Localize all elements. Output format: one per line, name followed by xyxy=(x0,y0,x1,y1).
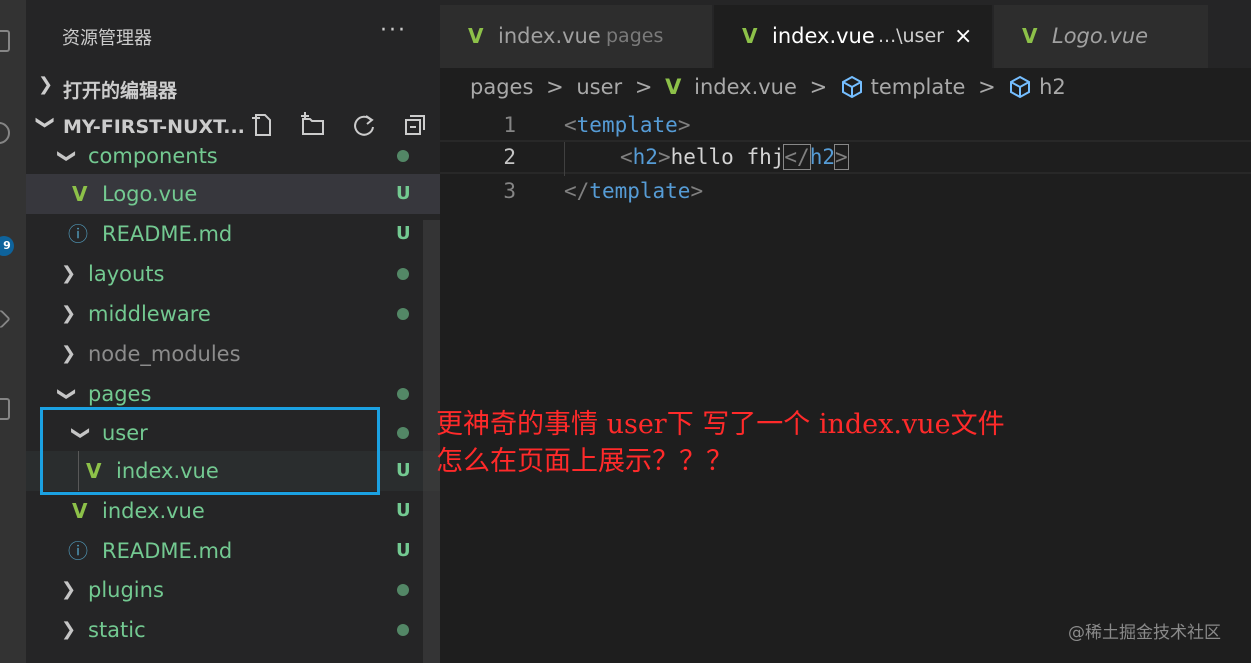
symbol-structure-icon xyxy=(841,75,862,99)
info-file-icon: ⓘ xyxy=(68,539,88,563)
tree-item-readme[interactable]: ⓘ README.md U xyxy=(26,214,440,254)
modified-dot xyxy=(397,584,409,596)
breadcrumb-separator: > xyxy=(978,75,996,99)
breadcrumb-file[interactable]: index.vue xyxy=(694,75,797,99)
new-file-icon[interactable] xyxy=(250,112,276,138)
explorer-sidebar: 资源管理器 ··· ❯ 打开的编辑器 ❯ MY-FIRST-NUXT... ❯ … xyxy=(26,0,440,663)
project-label: MY-FIRST-NUXT... xyxy=(63,116,245,138)
vue-file-icon: V xyxy=(72,182,88,206)
scm-badge[interactable]: 9 xyxy=(0,236,14,256)
run-icon[interactable] xyxy=(0,309,11,329)
tab-pages-index-vue[interactable]: V index.vue pages xyxy=(440,5,712,68)
indent-guide xyxy=(564,142,565,176)
vue-file-icon: V xyxy=(72,499,88,523)
chevron-right-icon: ❯ xyxy=(61,579,77,600)
tree-item-static[interactable]: ❯ static xyxy=(26,610,440,650)
modified-dot xyxy=(397,427,409,439)
breadcrumb-pages[interactable]: pages xyxy=(470,75,533,99)
tree-item-pages-readme[interactable]: ⓘ README.md U xyxy=(26,531,440,571)
breadcrumb-separator: > xyxy=(809,75,828,99)
more-actions-icon[interactable]: ··· xyxy=(380,18,407,43)
breadcrumb: pages > user > V index.vue > template > … xyxy=(470,74,1072,104)
annotation-text: 更神奇的事情 user下 写了一个 index.vue文件 怎么在页面上展示？？… xyxy=(436,406,1005,480)
refresh-icon[interactable] xyxy=(351,112,377,138)
vue-file-icon: V xyxy=(1022,24,1038,48)
tree-item-plugins[interactable]: ❯ plugins xyxy=(26,570,440,610)
search-icon[interactable] xyxy=(0,122,10,144)
annotation-highlight-box xyxy=(40,407,380,495)
annotation-line-1: 更神奇的事情 user下 写了一个 index.vue文件 xyxy=(436,409,1005,440)
vue-file-icon: V xyxy=(742,24,758,48)
open-editors-section[interactable]: ❯ 打开的编辑器 xyxy=(26,68,440,106)
modified-dot xyxy=(397,268,409,280)
new-folder-icon[interactable] xyxy=(300,112,326,138)
chevron-down-icon: ❯ xyxy=(56,148,78,164)
code-line[interactable]: 3 </template> xyxy=(440,174,1251,208)
close-tab-icon[interactable]: × xyxy=(954,5,972,68)
tree-item-middleware[interactable]: ❯ middleware xyxy=(26,294,440,334)
breadcrumb-separator: > xyxy=(634,75,653,99)
modified-dot xyxy=(397,624,409,636)
vue-file-icon: V xyxy=(665,75,682,99)
modified-dot xyxy=(397,308,409,320)
tree-item-pages-index-vue[interactable]: V index.vue U xyxy=(26,491,440,531)
modified-dot xyxy=(397,150,409,162)
editor-area: V index.vue pages V index.vue ...\user ×… xyxy=(440,0,1251,663)
code-line[interactable]: 1 <template> xyxy=(440,108,1251,142)
tab-bar: V index.vue pages V index.vue ...\user ×… xyxy=(440,0,1251,68)
vue-file-icon: V xyxy=(468,24,484,48)
tab-user-index-vue[interactable]: V index.vue ...\user × xyxy=(714,5,992,68)
chevron-down-icon: ❯ xyxy=(56,386,78,402)
tree-item-node-modules[interactable]: ❯ node_modules xyxy=(26,334,440,374)
info-file-icon: ⓘ xyxy=(68,222,88,246)
code-line-current[interactable]: 2 <h2>hello fhj</h2> xyxy=(440,140,1251,176)
chevron-right-icon: ❯ xyxy=(61,343,77,364)
chevron-right-icon: ❯ xyxy=(61,263,77,284)
breadcrumb-template[interactable]: template xyxy=(871,75,966,99)
open-editors-label: 打开的编辑器 xyxy=(63,80,178,102)
tree-item-logo-vue[interactable]: V Logo.vue U xyxy=(26,174,440,214)
chevron-right-icon: ❯ xyxy=(61,619,77,640)
explorer-title: 资源管理器 xyxy=(62,28,152,49)
extensions-icon[interactable] xyxy=(0,398,10,420)
breadcrumb-separator: > xyxy=(546,75,564,99)
breadcrumb-user[interactable]: user xyxy=(576,75,622,99)
tree-item-components[interactable]: ❯ components xyxy=(26,136,440,176)
collapse-all-icon[interactable] xyxy=(402,112,428,138)
tree-item-layouts[interactable]: ❯ layouts xyxy=(26,254,440,294)
explorer-icon[interactable] xyxy=(0,30,10,52)
symbol-structure-icon xyxy=(1010,75,1031,99)
annotation-line-2: 怎么在页面上展示？？？ xyxy=(436,446,733,477)
modified-dot xyxy=(397,388,409,400)
breadcrumb-h2[interactable]: h2 xyxy=(1039,75,1066,99)
activity-bar: 9 xyxy=(0,0,26,663)
chevron-down-icon: ❯ xyxy=(35,114,57,131)
tab-logo-vue[interactable]: V Logo.vue xyxy=(994,5,1208,68)
chevron-right-icon: ❯ xyxy=(38,74,54,95)
watermark: @稀土掘金技术社区 xyxy=(1068,623,1221,643)
chevron-right-icon: ❯ xyxy=(61,303,77,324)
